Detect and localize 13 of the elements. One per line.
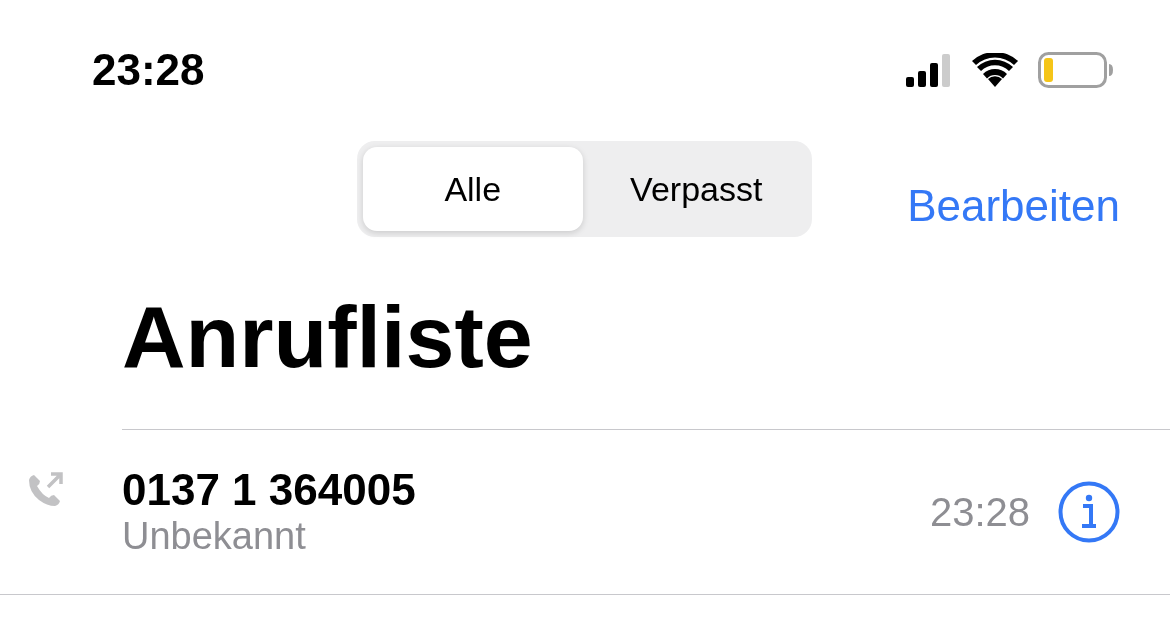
page-title: Anrufliste (122, 289, 534, 386)
call-time: 23:28 (929, 489, 1030, 535)
filter-tab[interactable]: Verpasst (586, 147, 806, 231)
status-time: 23:28 (92, 45, 205, 95)
edit-button[interactable]: Bearbeiten (907, 181, 1120, 231)
caller-number: 0137 1 364005 (122, 464, 417, 516)
info-icon[interactable] (1058, 481, 1120, 543)
battery-icon (1038, 52, 1114, 88)
signal-icon (906, 53, 952, 87)
wifi-icon (972, 53, 1018, 87)
caller-label: Unbekannt (122, 515, 307, 560)
filter-tab[interactable]: Alle (363, 147, 583, 231)
outgoing-call-icon (27, 472, 65, 508)
